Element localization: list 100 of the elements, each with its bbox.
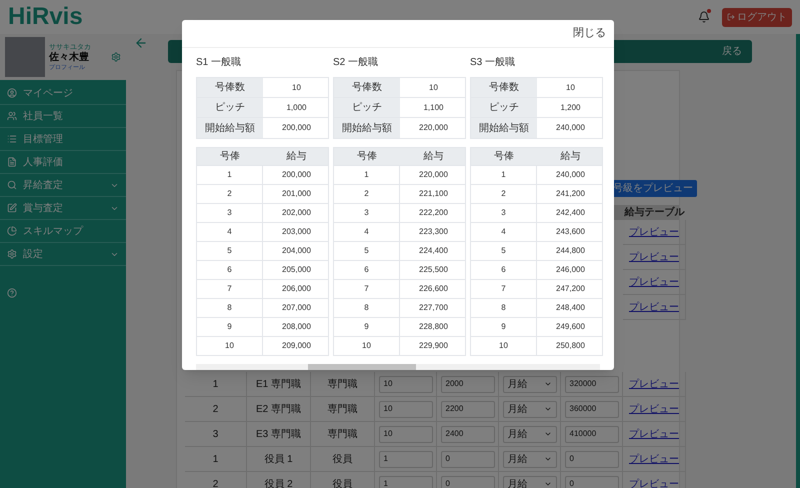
table-cell: 5: [227, 245, 232, 257]
preview-link[interactable]: プレビュー: [629, 476, 679, 488]
table-cell: 241,200: [556, 188, 585, 200]
table-cell: 227,700: [419, 302, 448, 314]
table-cell: 249,600: [556, 321, 585, 333]
help-icon[interactable]: [7, 288, 17, 298]
logout-button[interactable]: ログアウト: [722, 8, 792, 26]
users-icon: [7, 111, 17, 121]
table-cell: 243,600: [556, 226, 585, 238]
pay-type-select[interactable]: 月給: [502, 426, 556, 442]
table-cell: 9: [227, 321, 232, 333]
sidebar-item[interactable]: スキルマップ: [0, 220, 126, 243]
table-cell: 10: [225, 340, 234, 352]
table-cell: 4: [364, 226, 369, 238]
pitch-input[interactable]: 2000: [440, 376, 494, 392]
start-salary-input[interactable]: 0: [564, 476, 618, 488]
table-cell: 4: [227, 226, 232, 238]
list-icon: [7, 134, 17, 144]
grade-name: E1 専門職: [256, 378, 301, 392]
table-cell: 206,000: [282, 283, 311, 295]
steps-input[interactable]: 10: [378, 400, 432, 418]
row-number: 1: [212, 452, 218, 466]
info-label: 開始給与額: [342, 122, 392, 136]
table-cell: 223,300: [419, 226, 448, 238]
preview-link[interactable]: プレビュー: [629, 300, 679, 314]
pay-type-select[interactable]: 月給: [502, 376, 556, 392]
sidebar-label: 昇給査定: [23, 178, 64, 192]
back-arrow-icon[interactable]: [134, 36, 148, 50]
job-type: 役員: [332, 452, 352, 466]
horizontal-scrollbar[interactable]: [196, 364, 600, 370]
table-cell: 242,400: [556, 207, 585, 219]
sidebar-item[interactable]: 賞与査定: [0, 197, 126, 220]
table-cell: 202,000: [282, 207, 311, 219]
preview-link[interactable]: プレビュー: [629, 402, 679, 416]
bell-icon[interactable]: [698, 11, 710, 23]
caret-icon: [544, 430, 552, 438]
sidebar-label: 社員一覧: [23, 110, 64, 124]
steps-input[interactable]: 10: [378, 376, 432, 392]
sidebar-item[interactable]: 社員一覧: [0, 105, 126, 128]
job-type: 役員: [332, 478, 352, 488]
steps-input[interactable]: 1: [378, 450, 432, 468]
preview-link[interactable]: プレビュー: [629, 452, 679, 466]
sidebar-item[interactable]: 設定: [0, 243, 126, 266]
user-circle-icon: [7, 88, 17, 98]
grade-name: E3 専門職: [256, 428, 301, 442]
start-salary-input[interactable]: 410000: [564, 426, 618, 442]
steps-input[interactable]: 1: [378, 476, 432, 488]
logout-icon: [727, 13, 735, 21]
info-value: 1,200: [560, 102, 581, 114]
start-salary-input[interactable]: 320000: [564, 376, 618, 392]
preview-link[interactable]: プレビュー: [629, 250, 679, 264]
table-cell: 2: [364, 188, 369, 200]
sidebar-item[interactable]: 昇給査定: [0, 174, 126, 197]
sidebar-label: 賞与査定: [23, 202, 64, 216]
preview-link[interactable]: プレビュー: [629, 274, 679, 290]
info-value: 1,000: [286, 102, 307, 114]
settings-icon[interactable]: [111, 52, 121, 62]
table-cell: 247,200: [556, 283, 585, 295]
grade-name: 役員 2: [264, 478, 293, 488]
pitch-input[interactable]: 0: [440, 476, 494, 488]
sidebar-item[interactable]: 目標管理: [0, 128, 126, 151]
pay-type-select[interactable]: 月給: [502, 400, 556, 418]
table-cell: 1: [227, 169, 232, 181]
table-cell: 204,000: [282, 245, 311, 257]
table-cell: 1: [501, 169, 506, 181]
preview-link[interactable]: プレビュー: [629, 426, 679, 442]
back-link[interactable]: 戻る: [722, 44, 742, 59]
info-value: 10: [292, 82, 301, 94]
start-salary-input[interactable]: 0: [564, 450, 618, 468]
table-cell: 225,500: [419, 264, 448, 276]
preview-link[interactable]: プレビュー: [629, 224, 679, 240]
pitch-input[interactable]: 2200: [440, 400, 494, 418]
table-cell: 207,000: [282, 302, 311, 314]
table-cell: 5: [364, 245, 369, 257]
table-cell: 248,400: [556, 302, 585, 314]
pitch-input[interactable]: 0: [440, 450, 494, 468]
close-button[interactable]: 閉じる: [573, 25, 606, 42]
sidebar-item[interactable]: マイページ: [0, 82, 126, 105]
table-cell: 5: [501, 245, 506, 257]
caret-icon: [544, 380, 552, 388]
row-number: 3: [212, 428, 218, 442]
column-header: 号俸: [357, 150, 377, 164]
info-value: 220,000: [419, 122, 448, 134]
photo-placeholder: [5, 37, 45, 77]
preview-link[interactable]: プレビュー: [629, 376, 679, 392]
caret-icon: [544, 405, 552, 413]
pay-type-select[interactable]: 月給: [502, 476, 556, 488]
sidebar-item[interactable]: 人事評価: [0, 151, 126, 174]
table-cell: 8: [364, 302, 369, 314]
start-salary-input[interactable]: 360000: [564, 400, 618, 418]
sidebar-label: 設定: [23, 248, 44, 262]
steps-input[interactable]: 10: [378, 426, 432, 442]
logo[interactable]: HiRvis: [8, 5, 83, 29]
info-value: 1,100: [423, 102, 444, 114]
info-value: 240,000: [556, 122, 585, 134]
table-cell: 9: [364, 321, 369, 333]
pitch-input[interactable]: 2400: [440, 426, 494, 442]
pay-type-select[interactable]: 月給: [502, 450, 556, 468]
column-header: 給与: [560, 150, 580, 164]
caret-icon: [544, 455, 552, 463]
